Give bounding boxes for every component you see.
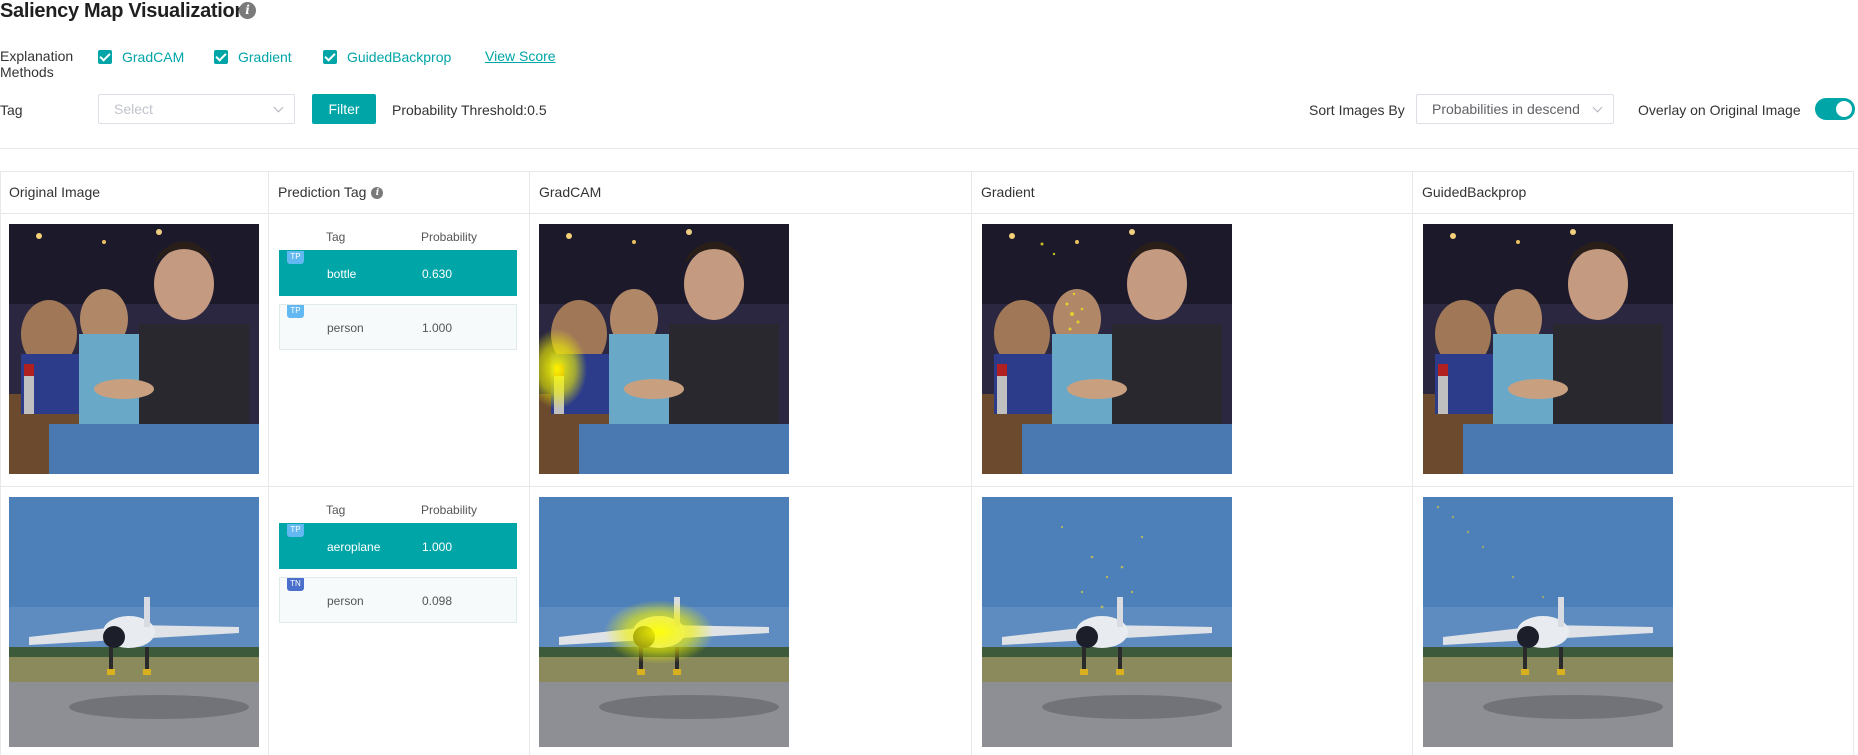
original-image-bottle [9,224,259,474]
column-divider [1412,171,1413,755]
gradient-saliency [982,224,1232,474]
column-header-guidedbackprop: GuidedBackprop [1422,184,1527,200]
prediction-tag: person [327,321,364,335]
checkbox-checked-icon[interactable] [98,50,112,64]
divider [0,148,1858,149]
tag-label: Tag [0,102,23,118]
original-image [9,497,259,747]
row-divider [0,486,1854,487]
chevron-down-icon [273,102,284,113]
overlay-toggle[interactable] [1815,98,1855,120]
info-icon[interactable]: i [371,187,384,200]
view-score-link[interactable]: View Score [485,48,556,64]
explanation-methods-label: Explanation Methods [0,48,74,80]
checkbox-guidedbackprop[interactable]: GuidedBackprop [323,49,451,65]
prediction-probability: 1.000 [422,540,453,554]
checkbox-gradcam[interactable]: GradCAM [98,49,184,65]
column-header-gradcam: GradCAM [539,184,602,200]
prediction-probability: 0.630 [422,267,453,281]
gradient-saliency [982,497,1232,747]
original-image-aeroplane [9,497,259,747]
checkbox-label: Gradient [238,49,292,65]
gradcam-image[interactable] [539,497,789,747]
prediction-row[interactable]: TP aeroplane 1.000 [279,523,517,569]
probability-threshold: Probability Threshold:0.5 [392,102,547,118]
prediction-list: Tag Probability TP aeroplane 1.000 TN pe… [279,497,517,631]
tp-badge: TP [287,524,304,537]
gradient-image[interactable] [982,497,1232,747]
sort-label: Sort Images By [1309,102,1405,118]
guidedbackprop-saliency [1423,224,1673,474]
prediction-row[interactable]: TP person 1.000 [279,304,517,350]
column-header-original: Original Image [9,184,101,200]
checkbox-label: GradCAM [122,49,185,65]
tp-badge: TP [287,305,304,318]
page-title: Saliency Map Visualization [0,0,247,22]
sort-select[interactable]: Probabilities in descend [1416,94,1614,124]
info-icon[interactable]: i [239,2,256,19]
toggle-knob [1836,101,1852,117]
filter-button[interactable]: Filter [312,94,376,124]
header-divider [0,213,1854,214]
prediction-probability: 0.098 [422,594,453,608]
prediction-row[interactable]: TP bottle 0.630 [279,250,517,296]
prediction-header-tag: Tag [326,230,346,244]
tag-select-placeholder: Select [114,101,153,117]
sort-select-value: Probabilities in descend [1432,101,1580,117]
prediction-tag: bottle [327,267,357,281]
column-header-prediction: Prediction Tag i [269,171,384,213]
checkbox-checked-icon[interactable] [323,50,337,64]
checkbox-label: GuidedBackprop [347,49,452,65]
chevron-down-icon [1592,102,1603,113]
gradcam-image[interactable] [539,224,789,474]
column-header-gradient: Gradient [981,184,1035,200]
prediction-row[interactable]: TN person 0.098 [279,577,517,623]
prediction-header-probability: Probability [421,230,478,244]
checkbox-gradient[interactable]: Gradient [214,49,292,65]
prediction-list: Tag Probability TP bottle 0.630 TP perso… [279,224,517,358]
column-divider [529,171,530,755]
prediction-header: Tag Probability [279,224,517,250]
tag-select[interactable]: Select [98,94,295,124]
gradient-image[interactable] [982,224,1232,474]
guidedbackprop-image[interactable] [1423,497,1673,747]
column-divider [971,171,972,755]
gradcam-saliency [539,224,789,474]
guidedbackprop-image[interactable] [1423,224,1673,474]
guidedbackprop-saliency [1423,497,1673,747]
prediction-header-probability: Probability [421,503,478,517]
checkbox-checked-icon[interactable] [214,50,228,64]
prediction-probability: 1.000 [422,321,453,335]
original-image [9,224,259,474]
tp-badge: TP [287,251,304,264]
prediction-tag: person [327,594,364,608]
column-header-label: Prediction Tag [278,184,367,200]
prediction-header: Tag Probability [279,497,517,523]
column-divider [268,171,269,755]
prediction-tag: aeroplane [327,540,381,554]
gradcam-saliency [539,497,789,747]
prediction-header-tag: Tag [326,503,346,517]
overlay-label: Overlay on Original Image [1638,102,1801,118]
tn-badge: TN [287,578,304,591]
